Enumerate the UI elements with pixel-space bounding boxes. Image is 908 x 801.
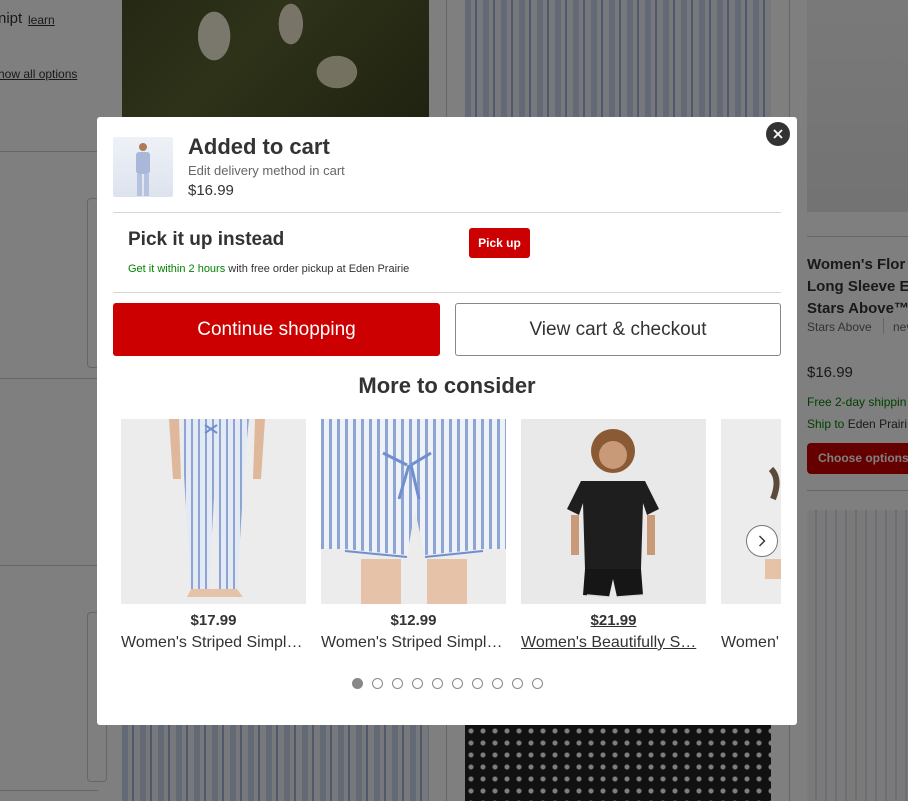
chevron-right-icon[interactable] xyxy=(746,525,778,557)
product-image[interactable] xyxy=(121,419,306,604)
carousel-dot[interactable] xyxy=(372,678,383,689)
product-name[interactable]: Women's Beautifully S… xyxy=(521,634,706,652)
product-name[interactable]: Women' xyxy=(721,634,781,652)
product-image[interactable] xyxy=(721,419,781,604)
carousel-dot[interactable] xyxy=(452,678,463,689)
product-image[interactable] xyxy=(321,419,506,604)
carousel-pagination xyxy=(352,678,552,689)
more-to-consider-heading: More to consider xyxy=(358,373,536,398)
carousel-dot[interactable] xyxy=(492,678,503,689)
carousel-dot[interactable] xyxy=(392,678,403,689)
recommendation-card[interactable]: $12.99 Women's Striped Simpl… xyxy=(321,419,506,659)
delivery-method-note: Edit delivery method in cart xyxy=(188,163,345,178)
added-item-thumbnail xyxy=(113,137,173,197)
carousel-dot[interactable] xyxy=(472,678,483,689)
carousel-dot[interactable] xyxy=(412,678,423,689)
product-price: $17.99 xyxy=(190,612,237,629)
product-price: $12.99 xyxy=(390,612,437,629)
added-to-cart-title: Added to cart xyxy=(188,134,330,159)
pickup-store: with free order pickup at Eden Prairie xyxy=(225,263,410,275)
added-to-cart-modal: Added to cart Edit delivery method in ca… xyxy=(97,117,797,725)
continue-shopping-button[interactable]: Continue shopping xyxy=(113,303,440,356)
product-price: $21.99 xyxy=(590,612,637,629)
product-image[interactable] xyxy=(521,419,706,604)
product-name[interactable]: Women's Striped Simpl… xyxy=(121,634,306,652)
pickup-title: Pick it up instead xyxy=(128,229,285,250)
pickup-note: Get it within 2 hours with free order pi… xyxy=(128,263,409,275)
added-item-price: $16.99 xyxy=(188,182,234,199)
recommendations-carousel: $17.99 Women's Striped Simpl… $12.99 Wom… xyxy=(121,419,781,659)
recommendation-card[interactable]: $17.99 Women's Striped Simpl… xyxy=(121,419,306,659)
view-cart-checkout-button[interactable]: View cart & checkout xyxy=(455,303,781,356)
carousel-dot[interactable] xyxy=(432,678,443,689)
divider xyxy=(113,292,781,293)
product-name[interactable]: Women's Striped Simpl… xyxy=(321,634,506,652)
carousel-dot[interactable] xyxy=(512,678,523,689)
carousel-dot[interactable] xyxy=(352,678,363,689)
pick-up-button[interactable]: Pick up xyxy=(469,228,530,258)
carousel-dot[interactable] xyxy=(532,678,543,689)
divider xyxy=(113,212,781,213)
close-icon[interactable] xyxy=(766,122,790,146)
recommendation-card[interactable]: $21.99 Women's Beautifully S… xyxy=(521,419,706,659)
pickup-time: Get it within 2 hours xyxy=(128,263,226,275)
